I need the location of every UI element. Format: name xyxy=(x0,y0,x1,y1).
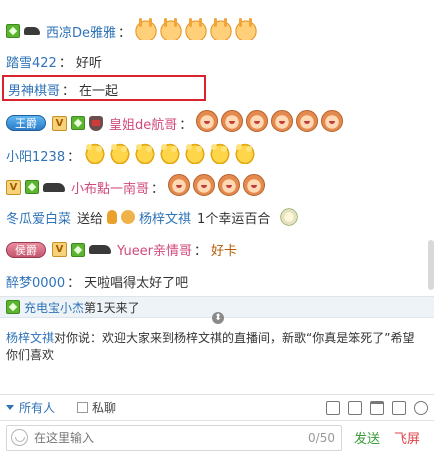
chat-username[interactable]: 小布點一南哥 xyxy=(71,178,149,197)
microphone-icon xyxy=(107,210,118,224)
private-notice: 杨梓文祺对你说：欢迎大家来到杨梓文祺的直播间，新歌“你真是笨死了”希望你们喜欢 xyxy=(6,330,426,364)
vip-badge-icon: V xyxy=(52,115,67,131)
notice-text: 对你说：欢迎大家来到杨梓文祺的直播间，新歌“你真是笨死了”希望你们喜欢 xyxy=(6,331,415,362)
private-chat-checkbox[interactable] xyxy=(77,402,89,413)
welcome-text: 第1天来了 xyxy=(84,300,140,315)
chat-text: 好卡 xyxy=(211,244,238,259)
chat-separator: ： xyxy=(194,244,208,259)
chat-input[interactable] xyxy=(34,430,284,445)
vehicle-icon xyxy=(43,182,65,192)
gift-message: 冬瓜爱白菜 送给 杨梓文祺 1个幸运百合 xyxy=(6,206,434,228)
send-button[interactable]: 发送 xyxy=(354,428,380,447)
copy-icon[interactable] xyxy=(392,400,406,415)
clap-emoji-icon xyxy=(109,142,132,164)
chat-message: 侯爵 V Yueer亲情哥 ： 好卡 xyxy=(6,240,434,259)
toolbar-tools xyxy=(326,400,428,415)
gear-icon[interactable] xyxy=(414,400,428,415)
welcome-username[interactable]: 充电宝小杰 xyxy=(24,299,84,316)
emoji-group xyxy=(196,110,346,136)
expand-handle-icon[interactable]: ⬍ xyxy=(212,312,224,324)
rock-hand-emoji-icon xyxy=(210,18,233,40)
vehicle-icon xyxy=(24,27,40,35)
face-emoji-icon xyxy=(218,174,241,196)
chat-separator: ： xyxy=(151,181,165,197)
lily-gift-icon xyxy=(278,206,301,228)
clap-emoji-icon xyxy=(234,142,257,164)
gift-text: 1个幸运百合 xyxy=(197,211,271,227)
vip-badge-icon: V xyxy=(52,242,67,257)
face-emoji-icon xyxy=(193,174,216,196)
face-emoji-icon xyxy=(296,110,319,132)
rank-badge: 侯爵 xyxy=(6,241,46,258)
clap-emoji-icon xyxy=(184,142,207,164)
chat-separator: ： xyxy=(58,56,72,71)
dropdown-triangle-icon[interactable] xyxy=(6,405,14,410)
chat-message: 王爵 V 皇姐de航哥 ： xyxy=(6,110,434,136)
emoji-group xyxy=(84,142,259,168)
emoji-picker-icon[interactable] xyxy=(11,429,28,446)
clap-emoji-icon xyxy=(159,142,182,164)
chat-separator: ： xyxy=(67,276,81,291)
chat-separator: ： xyxy=(67,149,81,165)
fly-screen-button[interactable]: 飞屏 xyxy=(394,428,420,447)
chat-message: 踏雪422 ： 好听 xyxy=(6,52,434,71)
chat-toolbar: 所有人 私聊 xyxy=(0,394,434,420)
chat-message: V 小布點一南哥 ： xyxy=(6,174,434,200)
face-emoji-icon xyxy=(196,110,219,132)
level-badge-icon xyxy=(71,116,85,130)
chat-text: 好听 xyxy=(75,56,102,71)
rock-hand-emoji-icon xyxy=(135,18,158,40)
chat-username[interactable]: 小阳1238 xyxy=(6,146,65,165)
trash-icon[interactable] xyxy=(370,400,384,415)
input-row: 0/50 发送 飞屏 xyxy=(0,420,434,454)
chat-separator: ： xyxy=(179,117,193,133)
level-badge-icon xyxy=(25,180,39,194)
face-emoji-icon xyxy=(243,174,266,196)
rock-hand-emoji-icon xyxy=(235,18,258,40)
notice-sender[interactable]: 杨梓文祺 xyxy=(6,331,54,345)
emoji-group xyxy=(135,18,260,44)
guard-badge-icon xyxy=(89,115,103,131)
vip-badge-icon: V xyxy=(6,179,21,195)
chat-area: 西凉De雅雅 ： 踏雪422 ： 好听 男神棋哥 ： 在一起 王爵 V 皇姐de… xyxy=(0,0,434,300)
face-emoji-icon xyxy=(271,110,294,132)
level-badge-icon xyxy=(71,242,85,257)
chat-separator: ： xyxy=(118,25,132,41)
rock-hand-emoji-icon xyxy=(160,18,183,40)
gift-verb: 送给 xyxy=(77,211,104,227)
private-chat-label[interactable]: 私聊 xyxy=(92,399,116,416)
rock-hand-emoji-icon xyxy=(185,18,208,40)
chat-username[interactable]: Yueer亲情哥 xyxy=(117,240,192,259)
chat-username[interactable]: 冬瓜爱白菜 xyxy=(6,208,71,227)
chat-username[interactable]: 醉梦0000 xyxy=(6,272,65,291)
chat-username[interactable]: 西凉De雅雅 xyxy=(46,22,116,41)
gift-target[interactable]: 杨梓文祺 xyxy=(139,208,191,227)
audience-selector[interactable]: 所有人 xyxy=(19,399,55,416)
chat-text: 天啦唱得太好了吧 xyxy=(84,276,189,291)
face-emoji-icon xyxy=(168,174,191,196)
rank-badge: 王爵 xyxy=(6,115,46,131)
chat-scrollbar[interactable] xyxy=(428,240,434,290)
highlight-box xyxy=(2,75,206,101)
clap-emoji-icon xyxy=(209,142,232,164)
chat-input-box[interactable]: 0/50 xyxy=(6,424,342,451)
chat-username[interactable]: 踏雪422 xyxy=(6,52,57,71)
level-badge-icon xyxy=(6,24,20,38)
chat-username[interactable]: 皇姐de航哥 xyxy=(109,114,177,133)
face-emoji-icon xyxy=(321,110,344,132)
chat-message: 醉梦0000 ： 天啦唱得太好了吧 xyxy=(6,272,434,291)
char-counter: 0/50 xyxy=(308,430,335,445)
clap-emoji-icon xyxy=(84,142,107,164)
level-badge-icon xyxy=(6,300,20,314)
chat-message: 小阳1238 ： xyxy=(6,142,434,168)
calendar-icon[interactable] xyxy=(348,400,362,415)
edit-icon[interactable] xyxy=(326,400,340,415)
vehicle-icon xyxy=(89,245,111,254)
face-emoji-icon xyxy=(221,110,244,132)
face-emoji-icon xyxy=(246,110,269,132)
clap-emoji-icon xyxy=(134,142,157,164)
chat-message: 西凉De雅雅 ： xyxy=(6,18,434,44)
anchor-avatar-icon xyxy=(121,210,136,224)
emoji-group xyxy=(168,174,268,200)
